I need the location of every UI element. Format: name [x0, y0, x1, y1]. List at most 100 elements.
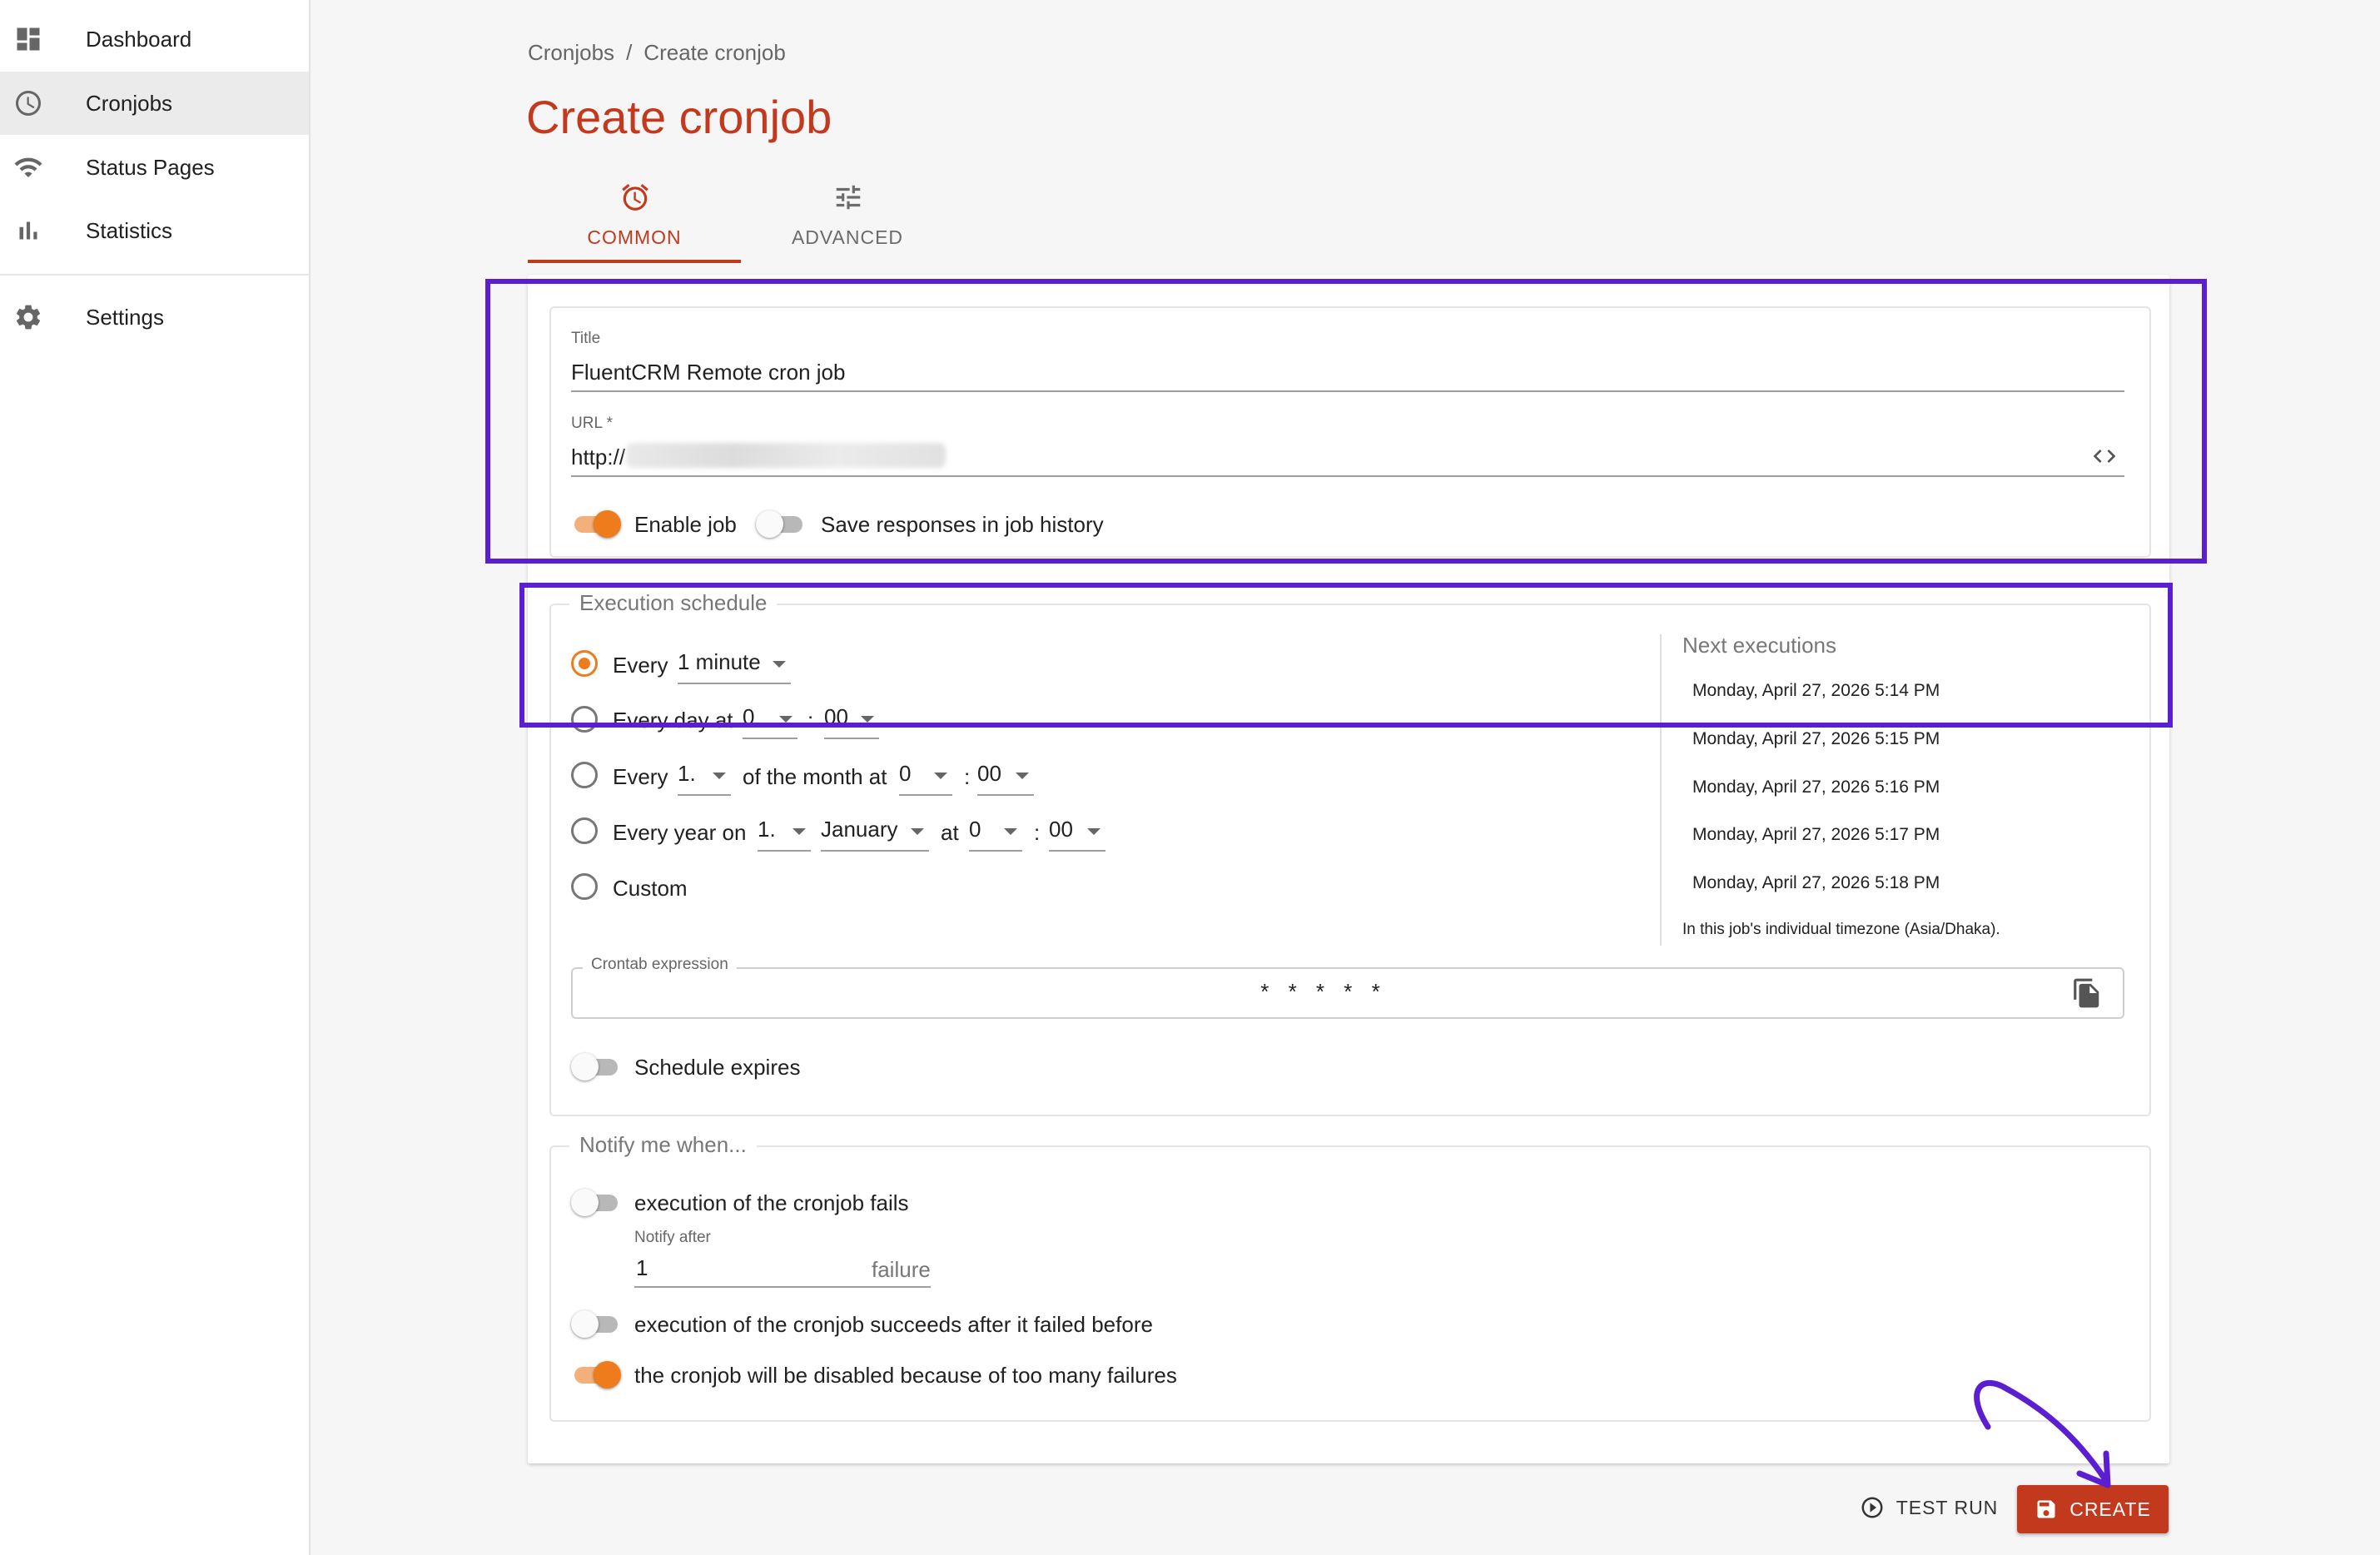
breadcrumb-current: Create cronjob: [643, 40, 786, 65]
schedule-of-month-text: of the month at: [743, 764, 887, 789]
sidebar-item-label: Statistics: [86, 217, 173, 243]
sidebar-item-settings[interactable]: Settings: [0, 286, 309, 349]
schedule-every-text: Every: [613, 653, 668, 678]
url-label: URL *: [571, 415, 613, 432]
yearly-minute-select[interactable]: 00: [1049, 812, 1106, 852]
yearly-day-value: 1.: [758, 817, 776, 842]
monthly-hour-value: 0: [899, 761, 912, 786]
interval-select[interactable]: 1 minute: [678, 644, 791, 684]
notify-disabled-label: the cronjob will be disabled because of …: [634, 1363, 1177, 1388]
tab-advanced-label: ADVANCED: [791, 226, 904, 248]
chevron-down-icon: [1087, 828, 1101, 835]
gear-icon: [16, 305, 41, 330]
daily-minute-select[interactable]: 00: [824, 699, 879, 739]
yearly-minute-value: 00: [1049, 817, 1073, 842]
code-brackets-icon[interactable]: [2089, 443, 2119, 469]
schedule-monthly-every-text: Every: [613, 764, 668, 789]
create-label: CREATE: [2069, 1498, 2151, 1520]
test-run-label: TEST RUN: [1896, 1496, 1999, 1518]
daily-hour-value: 0: [743, 704, 755, 729]
title-input-underline: [571, 390, 2124, 392]
url-redacted-blur: [626, 443, 946, 468]
page-title: Create cronjob: [526, 91, 832, 143]
copy-icon[interactable]: [2071, 976, 2103, 1010]
next-execution-item: Monday, April 27, 2026 5:14 PM: [1692, 681, 1940, 700]
yearly-day-select[interactable]: 1.: [758, 812, 811, 852]
daily-minute-value: 00: [824, 704, 848, 729]
notify-after-unit: failure: [872, 1257, 931, 1282]
create-button[interactable]: CREATE: [2017, 1485, 2169, 1533]
notify-after-input[interactable]: 1: [636, 1255, 648, 1281]
yearly-time-colon: :: [1034, 820, 1041, 845]
chevron-down-icon: [911, 828, 924, 835]
schedule-expires-label: Schedule expires: [634, 1055, 801, 1080]
schedule-radio-every-year[interactable]: [571, 817, 598, 844]
sidebar-item-statistics[interactable]: Statistics: [0, 199, 309, 262]
save-icon: [2037, 1500, 2055, 1518]
sidebar-divider: [0, 274, 309, 276]
next-executions-divider: [1660, 634, 1662, 946]
notify-after-label: Notify after: [634, 1229, 711, 1246]
crontab-label: Crontab expression: [583, 956, 737, 974]
schedule-radio-every-minute[interactable]: [571, 650, 598, 677]
monthly-day-select[interactable]: 1.: [678, 756, 731, 796]
next-execution-item: Monday, April 27, 2026 5:15 PM: [1692, 729, 1940, 748]
yearly-hour-select[interactable]: 0: [969, 812, 1022, 852]
url-input-underline: [571, 475, 2124, 477]
next-execution-item: Monday, April 27, 2026 5:18 PM: [1692, 873, 1940, 892]
breadcrumb: Cronjobs / Create cronjob: [528, 40, 786, 66]
chevron-down-icon: [1016, 773, 1029, 779]
enable-job-toggle[interactable]: [571, 509, 621, 539]
alarm-clock-icon: [622, 183, 648, 211]
save-responses-toggle[interactable]: [756, 509, 806, 539]
enable-job-label: Enable job: [634, 512, 737, 537]
schedule-every-year-text: Every year on: [613, 820, 747, 845]
yearly-month-select[interactable]: January: [821, 812, 929, 852]
schedule-expires-toggle[interactable]: [571, 1051, 621, 1081]
notify-succeeds-toggle[interactable]: [571, 1309, 621, 1339]
bar-chart-icon: [19, 221, 37, 240]
chevron-down-icon: [779, 716, 793, 723]
sidebar: Dashboard Cronjobs Status Pages Statisti…: [0, 0, 311, 1555]
monthly-day-value: 1.: [678, 761, 696, 786]
url-input[interactable]: http://: [571, 445, 625, 470]
sidebar-item-label: Dashboard: [86, 26, 192, 52]
tab-common-label: COMMON: [587, 226, 682, 248]
wifi-broadcast-icon: [14, 157, 42, 177]
tab-advanced[interactable]: ADVANCED: [741, 176, 954, 263]
test-run-button[interactable]: TEST RUN: [1855, 1487, 2003, 1528]
play-circle-icon: [1861, 1497, 1883, 1518]
title-input[interactable]: FluentCRM Remote cron job: [571, 360, 845, 385]
daily-time-colon: :: [807, 708, 814, 733]
monthly-hour-select[interactable]: 0: [899, 756, 952, 796]
monthly-minute-value: 00: [977, 761, 1001, 786]
next-executions-title: Next executions: [1682, 633, 1836, 658]
schedule-yearly-at-text: at: [941, 820, 959, 845]
sidebar-item-dashboard[interactable]: Dashboard: [0, 7, 309, 71]
schedule-radio-every-month[interactable]: [571, 762, 598, 788]
notify-disabled-toggle[interactable]: [571, 1359, 621, 1389]
chevron-down-icon: [1004, 828, 1017, 835]
monthly-minute-select[interactable]: 00: [977, 756, 1034, 796]
chevron-down-icon: [793, 828, 806, 835]
schedule-custom-text: Custom: [613, 876, 688, 901]
notify-fails-label: execution of the cronjob fails: [634, 1190, 909, 1215]
clock-icon: [16, 91, 41, 116]
next-execution-item: Monday, April 27, 2026 5:16 PM: [1692, 778, 1940, 797]
dashboard-icon: [17, 27, 40, 51]
breadcrumb-parent-link[interactable]: Cronjobs: [528, 40, 614, 65]
sidebar-item-cronjobs[interactable]: Cronjobs: [0, 72, 309, 135]
chevron-down-icon: [713, 773, 726, 779]
schedule-radio-custom[interactable]: [571, 873, 598, 900]
schedule-radio-every-day[interactable]: [571, 706, 598, 733]
title-label: Title: [571, 330, 601, 347]
execution-schedule-legend: Execution schedule: [569, 590, 778, 616]
active-tab-indicator: [528, 260, 741, 263]
timezone-note: In this job's individual timezone (Asia/…: [1682, 921, 2000, 938]
sidebar-item-status-pages[interactable]: Status Pages: [0, 136, 309, 199]
tab-common[interactable]: COMMON: [528, 176, 741, 263]
sidebar-item-label: Cronjobs: [86, 90, 173, 116]
daily-hour-select[interactable]: 0: [743, 699, 797, 739]
notify-fails-toggle[interactable]: [571, 1187, 621, 1217]
notify-succeeds-label: execution of the cronjob succeeds after …: [634, 1312, 1153, 1337]
